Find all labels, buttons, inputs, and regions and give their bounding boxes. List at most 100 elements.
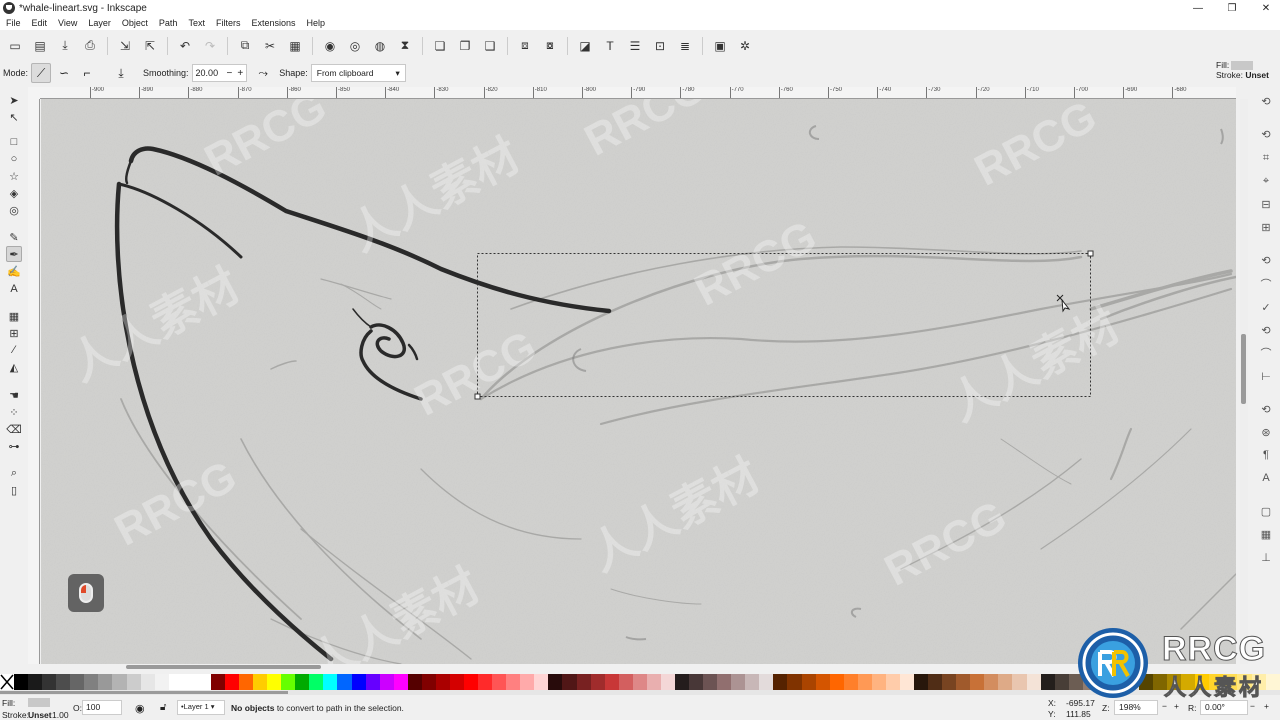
palette-swatch[interactable]: [14, 674, 29, 690]
palette-swatch[interactable]: [984, 674, 999, 690]
palette-swatch[interactable]: [323, 674, 338, 690]
decrement-icon[interactable]: −: [227, 68, 233, 79]
palette-swatch[interactable]: [956, 674, 971, 690]
palette-swatch[interactable]: [126, 674, 141, 690]
pen-tool-icon[interactable]: ✒: [6, 246, 22, 262]
fill-stroke-icon[interactable]: ◪: [577, 38, 593, 54]
palette-swatch[interactable]: [787, 674, 802, 690]
gradient-tool-icon[interactable]: ▦: [6, 308, 22, 324]
minimize-button[interactable]: —: [1192, 3, 1204, 14]
snap-cusp-nodes-icon[interactable]: ⟲: [1258, 322, 1274, 338]
print-icon[interactable]: ⎙: [82, 38, 98, 54]
zoom-drawing-icon[interactable]: ◎: [347, 38, 363, 54]
palette-swatch[interactable]: [337, 674, 352, 690]
snap-line-midpoints-icon[interactable]: ⊢: [1258, 368, 1274, 384]
snap-object-centers-icon[interactable]: ⊛: [1258, 424, 1274, 440]
3d-box-tool-icon[interactable]: ◈: [6, 185, 22, 201]
snap-bbox-edges-icon[interactable]: ⌗: [1258, 150, 1274, 166]
group-icon[interactable]: ⧈: [517, 38, 533, 54]
palette-swatch[interactable]: [674, 674, 689, 690]
dropper-tool-icon[interactable]: ⁄: [6, 342, 22, 358]
palette-swatch[interactable]: [576, 674, 591, 690]
menu-path[interactable]: Path: [159, 18, 178, 28]
menu-text[interactable]: Text: [188, 18, 205, 28]
palette-swatch[interactable]: [1012, 674, 1027, 690]
snap-path-intersections-icon[interactable]: ✓: [1258, 299, 1274, 315]
palette-swatch[interactable]: [295, 674, 310, 690]
star-tool-icon[interactable]: ☆: [6, 168, 22, 184]
pencil-tool-icon[interactable]: ✎: [6, 229, 22, 245]
apply-to-path-icon[interactable]: ⤓: [111, 63, 131, 83]
palette-swatch[interactable]: [140, 674, 155, 690]
snap-bbox-icon[interactable]: ⟲: [1258, 126, 1274, 142]
cut-icon[interactable]: ✂: [262, 38, 278, 54]
palette-swatch[interactable]: [604, 674, 619, 690]
save-icon[interactable]: ⤓: [57, 38, 73, 54]
snap-bbox-midpoints-icon[interactable]: ⊟: [1258, 196, 1274, 212]
palette-swatch[interactable]: [182, 674, 197, 690]
snap-page-border-icon[interactable]: ▢: [1258, 503, 1274, 519]
toggle-visibility-icon[interactable]: ◉: [135, 702, 145, 715]
palette-swatch[interactable]: [112, 674, 127, 690]
open-file-icon[interactable]: ▤: [32, 38, 48, 54]
layer-dropdown[interactable]: •Layer 1 ▾: [177, 700, 225, 715]
snap-rotation-centers-icon[interactable]: ¶: [1258, 447, 1274, 463]
palette-swatch[interactable]: [660, 674, 675, 690]
measure-tool-icon[interactable]: ▯: [6, 482, 22, 498]
menu-file[interactable]: File: [6, 18, 21, 28]
tweak-tool-icon[interactable]: ☚: [6, 387, 22, 403]
palette-swatch[interactable]: [478, 674, 493, 690]
opacity-spinbox[interactable]: 100: [82, 700, 122, 715]
zoom-page-icon[interactable]: ◍: [372, 38, 388, 54]
palette-swatch[interactable]: [435, 674, 450, 690]
palette-swatch[interactable]: [1040, 674, 1055, 690]
palette-swatch[interactable]: [351, 674, 366, 690]
palette-swatch[interactable]: [42, 674, 57, 690]
palette-swatch[interactable]: [309, 674, 324, 690]
palette-swatch[interactable]: [717, 674, 732, 690]
snap-grids-icon[interactable]: ▦: [1258, 526, 1274, 542]
smoothing-spinbox[interactable]: 20.00 − +: [191, 64, 248, 82]
snap-paths-icon[interactable]: ⌒: [1258, 276, 1274, 292]
zoom-tool-icon[interactable]: ⌕: [6, 465, 22, 481]
redo-icon[interactable]: ↷: [202, 38, 218, 54]
palette-swatch[interactable]: [731, 674, 746, 690]
ellipse-tool-icon[interactable]: ○: [6, 151, 22, 167]
menu-filters[interactable]: Filters: [216, 18, 241, 28]
status-fill-swatch[interactable]: [28, 698, 50, 707]
clone-icon[interactable]: ❐: [457, 38, 473, 54]
lock-icon[interactable]: 🔓︎: [160, 702, 166, 713]
palette-swatch[interactable]: [590, 674, 605, 690]
selector-tool-icon[interactable]: ➤: [6, 92, 22, 108]
palette-swatch[interactable]: [745, 674, 760, 690]
palette-swatch[interactable]: [928, 674, 943, 690]
ungroup-icon[interactable]: ⧇: [542, 38, 558, 54]
zoom-width-icon[interactable]: ⧗: [397, 38, 413, 54]
snap-bbox-corners-icon[interactable]: ⌖: [1258, 173, 1274, 189]
palette-swatch[interactable]: [98, 674, 113, 690]
palette-swatch[interactable]: [759, 674, 774, 690]
shape-dropdown[interactable]: From clipboard ▾: [310, 64, 406, 82]
palette-swatch[interactable]: [224, 674, 239, 690]
rotation-decrement-icon[interactable]: −: [1250, 701, 1255, 711]
snap-bbox-centers-icon[interactable]: ⊞: [1258, 219, 1274, 235]
palette-swatch[interactable]: [1026, 674, 1041, 690]
increment-icon[interactable]: +: [237, 68, 243, 79]
text-font-icon[interactable]: T: [602, 38, 618, 54]
palette-swatch[interactable]: [393, 674, 408, 690]
palette-swatch[interactable]: [899, 674, 914, 690]
palette-swatch[interactable]: [885, 674, 900, 690]
preferences-icon[interactable]: ✲: [737, 38, 753, 54]
palette-swatch[interactable]: [548, 674, 563, 690]
new-document-icon[interactable]: ▭: [7, 38, 23, 54]
palette-swatch[interactable]: [196, 674, 211, 690]
palette-swatch[interactable]: [914, 674, 929, 690]
palette-swatch[interactable]: [56, 674, 71, 690]
eraser-tool-icon[interactable]: ⌫: [6, 421, 22, 437]
drawing-canvas[interactable]: RRCG RRCG 人人素材 RRCG RRCG 人人素材 人人素材 RRCG …: [41, 99, 1236, 664]
menu-help[interactable]: Help: [306, 18, 325, 28]
palette-swatch[interactable]: [365, 674, 380, 690]
undo-icon[interactable]: ↶: [177, 38, 193, 54]
vertical-scrollbar[interactable]: [1240, 99, 1248, 664]
duplicate-icon[interactable]: ❏: [432, 38, 448, 54]
